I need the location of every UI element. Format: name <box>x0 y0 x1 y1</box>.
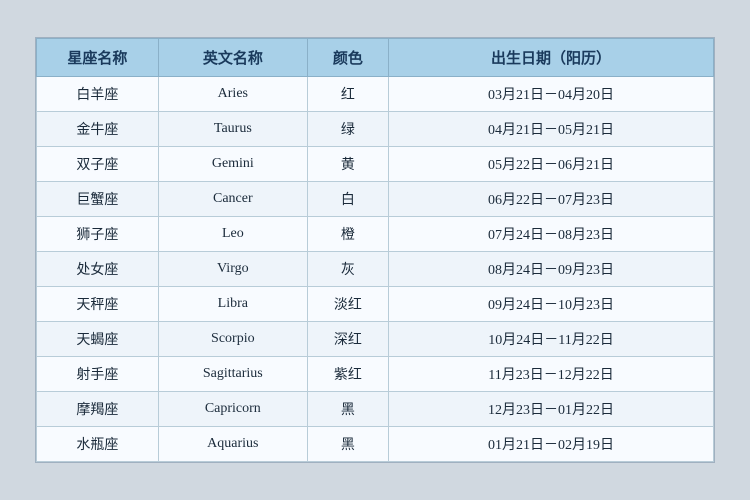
cell-chinese: 处女座 <box>37 252 159 287</box>
zodiac-table: 星座名称 英文名称 颜色 出生日期（阳历） 白羊座Aries红03月21日－04… <box>36 38 714 462</box>
table-row: 狮子座Leo橙07月24日－08月23日 <box>37 217 714 252</box>
cell-chinese: 白羊座 <box>37 77 159 112</box>
cell-color: 深红 <box>307 322 388 357</box>
table-row: 处女座Virgo灰08月24日－09月23日 <box>37 252 714 287</box>
table-row: 水瓶座Aquarius黑01月21日－02月19日 <box>37 427 714 462</box>
cell-english: Aquarius <box>158 427 307 462</box>
cell-date: 01月21日－02月19日 <box>389 427 714 462</box>
table-row: 白羊座Aries红03月21日－04月20日 <box>37 77 714 112</box>
cell-color: 淡红 <box>307 287 388 322</box>
cell-date: 03月21日－04月20日 <box>389 77 714 112</box>
table-row: 金牛座Taurus绿04月21日－05月21日 <box>37 112 714 147</box>
header-english: 英文名称 <box>158 39 307 77</box>
cell-color: 红 <box>307 77 388 112</box>
cell-date: 08月24日－09月23日 <box>389 252 714 287</box>
cell-chinese: 狮子座 <box>37 217 159 252</box>
cell-english: Libra <box>158 287 307 322</box>
cell-color: 黄 <box>307 147 388 182</box>
cell-color: 白 <box>307 182 388 217</box>
cell-chinese: 天蝎座 <box>37 322 159 357</box>
cell-english: Cancer <box>158 182 307 217</box>
table-row: 双子座Gemini黄05月22日－06月21日 <box>37 147 714 182</box>
cell-date: 10月24日－11月22日 <box>389 322 714 357</box>
cell-english: Sagittarius <box>158 357 307 392</box>
cell-date: 12月23日－01月22日 <box>389 392 714 427</box>
cell-color: 紫红 <box>307 357 388 392</box>
cell-english: Gemini <box>158 147 307 182</box>
table-row: 天秤座Libra淡红09月24日－10月23日 <box>37 287 714 322</box>
cell-chinese: 摩羯座 <box>37 392 159 427</box>
cell-chinese: 天秤座 <box>37 287 159 322</box>
cell-date: 04月21日－05月21日 <box>389 112 714 147</box>
cell-chinese: 金牛座 <box>37 112 159 147</box>
table-row: 射手座Sagittarius紫红11月23日－12月22日 <box>37 357 714 392</box>
cell-color: 黑 <box>307 427 388 462</box>
cell-date: 06月22日－07月23日 <box>389 182 714 217</box>
cell-chinese: 射手座 <box>37 357 159 392</box>
cell-chinese: 双子座 <box>37 147 159 182</box>
cell-english: Scorpio <box>158 322 307 357</box>
table-row: 摩羯座Capricorn黑12月23日－01月22日 <box>37 392 714 427</box>
cell-chinese: 巨蟹座 <box>37 182 159 217</box>
zodiac-table-container: 星座名称 英文名称 颜色 出生日期（阳历） 白羊座Aries红03月21日－04… <box>35 37 715 463</box>
cell-color: 绿 <box>307 112 388 147</box>
cell-color: 橙 <box>307 217 388 252</box>
table-header-row: 星座名称 英文名称 颜色 出生日期（阳历） <box>37 39 714 77</box>
cell-english: Taurus <box>158 112 307 147</box>
cell-color: 灰 <box>307 252 388 287</box>
cell-english: Virgo <box>158 252 307 287</box>
table-row: 巨蟹座Cancer白06月22日－07月23日 <box>37 182 714 217</box>
cell-date: 07月24日－08月23日 <box>389 217 714 252</box>
cell-chinese: 水瓶座 <box>37 427 159 462</box>
cell-date: 05月22日－06月21日 <box>389 147 714 182</box>
cell-english: Leo <box>158 217 307 252</box>
cell-english: Aries <box>158 77 307 112</box>
table-row: 天蝎座Scorpio深红10月24日－11月22日 <box>37 322 714 357</box>
cell-english: Capricorn <box>158 392 307 427</box>
header-chinese: 星座名称 <box>37 39 159 77</box>
header-date: 出生日期（阳历） <box>389 39 714 77</box>
header-color: 颜色 <box>307 39 388 77</box>
cell-color: 黑 <box>307 392 388 427</box>
cell-date: 09月24日－10月23日 <box>389 287 714 322</box>
cell-date: 11月23日－12月22日 <box>389 357 714 392</box>
